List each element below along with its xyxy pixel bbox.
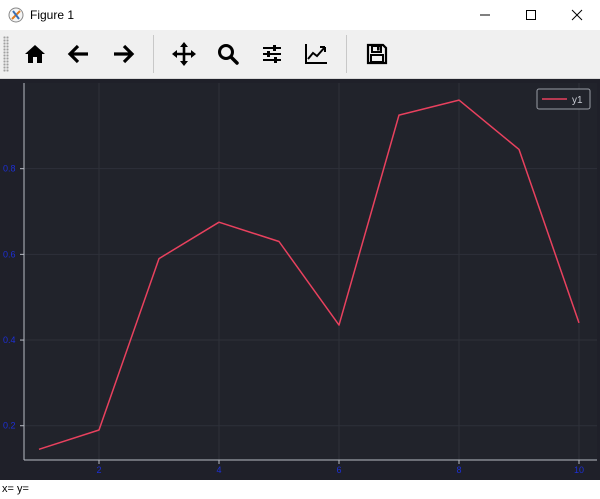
y-tick-label: 0.8 [3, 164, 16, 174]
y-tick-label: 0.4 [3, 335, 16, 345]
navigation-toolbar [0, 30, 600, 79]
cursor-coordinates: x= y= [2, 483, 29, 495]
axes-background [24, 83, 597, 460]
window-title: Figure 1 [30, 8, 75, 22]
status-bar: x= y= [0, 480, 600, 499]
home-icon [25, 45, 45, 63]
search-icon [218, 44, 239, 65]
edit-axis-button[interactable] [296, 34, 336, 74]
maximize-button[interactable] [508, 0, 554, 30]
toolbar-separator [153, 35, 154, 73]
data-point[interactable] [277, 240, 281, 244]
save-button[interactable] [357, 34, 397, 74]
home-button[interactable] [15, 34, 55, 74]
line-chart[interactable]: 2 4 6 8 10 0.2 0.4 0.6 0.8 y1 [0, 79, 600, 480]
title-bar: Figure 1 [0, 0, 600, 30]
data-point[interactable] [577, 321, 581, 325]
data-point[interactable] [457, 98, 461, 102]
window-controls [462, 0, 600, 30]
back-button[interactable] [59, 34, 99, 74]
x-tick-label: 4 [216, 465, 221, 475]
save-icon [366, 43, 388, 65]
sliders-icon [263, 45, 281, 63]
data-point[interactable] [37, 447, 41, 451]
data-point[interactable] [397, 113, 401, 117]
data-point[interactable] [217, 220, 221, 224]
zoom-button[interactable] [208, 34, 248, 74]
x-tick-label: 10 [574, 465, 584, 475]
legend-label: y1 [572, 95, 583, 106]
figure-canvas[interactable]: 2 4 6 8 10 0.2 0.4 0.6 0.8 y1 [0, 79, 600, 480]
minimize-icon [480, 14, 490, 16]
y-tick-label: 0.6 [3, 249, 16, 259]
toolbar-separator [346, 35, 347, 73]
maximize-icon [526, 10, 536, 20]
close-icon [571, 9, 583, 21]
data-point[interactable] [517, 147, 521, 151]
pan-button[interactable] [164, 34, 204, 74]
minimize-button[interactable] [462, 0, 508, 30]
x-tick-label: 8 [456, 465, 461, 475]
close-button[interactable] [554, 0, 600, 30]
toolbar-grip[interactable] [3, 36, 9, 72]
matplotlib-app-icon [8, 7, 24, 23]
data-point[interactable] [157, 257, 161, 261]
arrow-left-icon [67, 44, 88, 64]
line-chart-icon [305, 44, 327, 64]
data-point[interactable] [97, 428, 101, 432]
y-tick-label: 0.2 [3, 421, 16, 431]
x-tick-label: 6 [336, 465, 341, 475]
configure-subplots-button[interactable] [252, 34, 292, 74]
x-tick-label: 2 [96, 465, 101, 475]
move-icon [172, 42, 196, 66]
arrow-right-icon [114, 44, 135, 64]
data-point[interactable] [337, 323, 341, 327]
forward-button[interactable] [103, 34, 143, 74]
